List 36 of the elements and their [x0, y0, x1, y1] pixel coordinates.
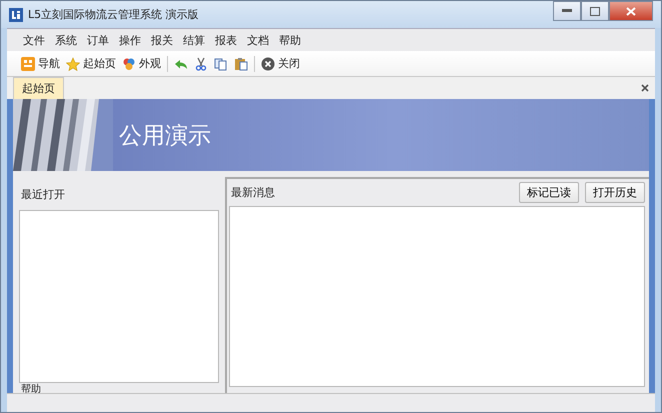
toolbar-button[interactable]: 起始页 [66, 56, 116, 71]
panel-title: 最新消息 [230, 185, 276, 201]
close-icon[interactable] [641, 84, 649, 92]
menu-item[interactable]: 订单 [87, 32, 109, 48]
app-logo-icon [9, 8, 23, 22]
menu-item[interactable]: 操作 [119, 32, 141, 48]
minimize-icon [562, 9, 572, 13]
close-icon [261, 56, 275, 70]
palette-icon [122, 56, 136, 70]
maximize-button[interactable] [581, 1, 609, 21]
menu-item[interactable]: 系统 [55, 32, 77, 48]
menu-item[interactable]: 报关 [151, 32, 173, 48]
banner-title: 公用演示 [119, 122, 211, 150]
action-button[interactable]: 标记已读 [519, 182, 579, 203]
toolbar-button[interactable]: 导航 [21, 56, 60, 71]
menu-item[interactable]: 文件 [23, 32, 45, 48]
scissors-icon[interactable] [194, 56, 208, 70]
close-button[interactable] [609, 1, 653, 21]
menu-item[interactable]: 帮助 [279, 32, 301, 48]
copy-icon[interactable] [214, 56, 228, 70]
toolbar-button[interactable]: 关闭 [261, 56, 300, 71]
grid-icon [21, 56, 35, 70]
window-title: L5立刻国际物流云管理系统 演示版 [28, 7, 199, 22]
minimize-button[interactable] [553, 1, 581, 21]
toolbar-button[interactable]: 外观 [122, 56, 161, 71]
maximize-icon [590, 6, 600, 16]
star-icon [66, 56, 80, 70]
close-icon [626, 6, 636, 16]
panel-title: 帮助 [20, 383, 42, 393]
panel-title: 最近打开 [20, 187, 66, 203]
action-button[interactable]: 打开历史 [585, 182, 645, 203]
tab[interactable]: 起始页 [13, 77, 64, 99]
menu-item[interactable]: 报表 [215, 32, 237, 48]
menu-item[interactable]: 文档 [247, 32, 269, 48]
menu-item[interactable]: 结算 [183, 32, 205, 48]
paste-icon[interactable] [234, 56, 248, 70]
